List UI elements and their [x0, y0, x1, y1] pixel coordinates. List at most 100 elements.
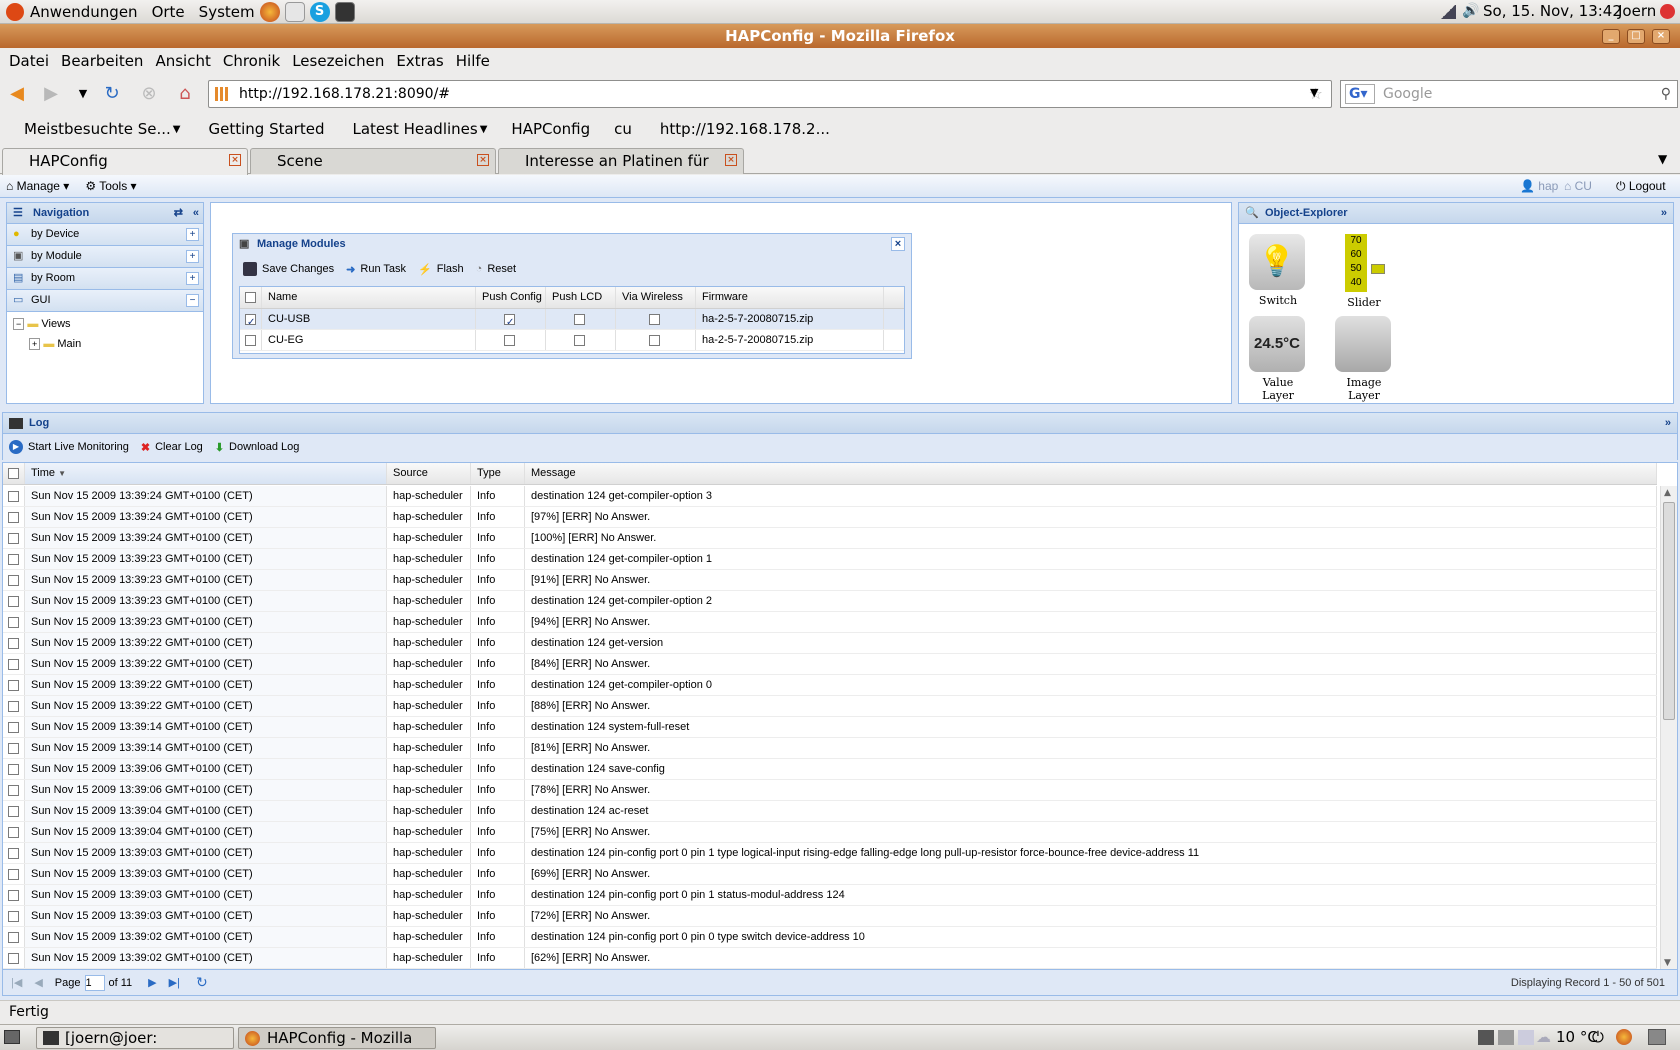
col-time[interactable]: Time ▼ [25, 463, 387, 484]
row-select-checkbox[interactable] [8, 931, 19, 943]
terminal-launcher-icon[interactable] [334, 1, 355, 22]
back-icon[interactable]: ◀ [6, 83, 28, 105]
row-select-checkbox[interactable] [8, 910, 19, 922]
table-row[interactable]: Sun Nov 15 2009 13:39:06 GMT+0100 (CET) h… [3, 759, 1657, 780]
menu-datei[interactable]: Datei [9, 52, 49, 70]
first-page-icon[interactable]: |◀ [11, 976, 22, 989]
clear-log-button[interactable]: ✖ Clear Log [141, 441, 203, 454]
maximize-button[interactable]: □ [1627, 29, 1645, 44]
user-name[interactable]: Joern [1618, 2, 1656, 20]
row-select-checkbox[interactable] [8, 763, 19, 775]
table-row[interactable]: Sun Nov 15 2009 13:39:24 GMT+0100 (CET) h… [3, 528, 1657, 549]
via-wireless-checkbox[interactable] [649, 334, 660, 346]
bookmark-meistbesuchte[interactable]: Meistbesuchte Se... [24, 120, 171, 138]
select-all-log-checkbox[interactable] [8, 467, 19, 479]
network-signal-icon[interactable] [1440, 5, 1456, 19]
row-select-checkbox[interactable] [8, 574, 19, 586]
url-bar[interactable]: http://192.168.178.21:8090/# ☆ [208, 80, 1332, 108]
row-select-checkbox[interactable] [8, 511, 19, 523]
bookmark-getting-started[interactable]: Getting Started [209, 120, 325, 138]
col-firmware[interactable]: Firmware [696, 287, 884, 308]
clock[interactable]: So, 15. Nov, 13:42 [1483, 2, 1622, 20]
manage-menu-button[interactable]: ⌂ Manage ▾ [6, 179, 69, 193]
row-select-checkbox[interactable] [8, 868, 19, 880]
row-select-checkbox[interactable] [8, 637, 19, 649]
table-row[interactable]: Sun Nov 15 2009 13:39:04 GMT+0100 (CET) h… [3, 801, 1657, 822]
tree-views[interactable]: − ▬ Views [13, 316, 71, 332]
switch-object[interactable]: 💡 Switch [1249, 234, 1307, 307]
download-log-button[interactable]: ⬇ Download Log [215, 441, 300, 454]
table-row[interactable]: Sun Nov 15 2009 13:39:22 GMT+0100 (CET) h… [3, 696, 1657, 717]
push-config-checkbox[interactable] [504, 334, 515, 346]
menu-orte[interactable]: Orte [152, 3, 185, 21]
tab-hapconfig[interactable]: HAPConfig × [2, 148, 248, 175]
row-select-checkbox[interactable] [8, 679, 19, 691]
col-push-config[interactable]: Push Config [476, 287, 546, 308]
tray-icons[interactable] [1478, 1030, 1534, 1045]
tab-list-icon[interactable]: ▼ [1658, 152, 1667, 166]
select-all-checkbox[interactable] [245, 291, 256, 303]
table-row[interactable]: Sun Nov 15 2009 13:39:03 GMT+0100 (CET) h… [3, 843, 1657, 864]
menu-extras[interactable]: Extras [396, 52, 443, 70]
scroll-thumb[interactable] [1663, 502, 1675, 720]
task-terminal[interactable]: [joern@joer: /opt/hap/b... [36, 1027, 234, 1050]
save-changes-button[interactable]: Save Changes [243, 262, 334, 276]
mail-launcher-icon[interactable] [284, 1, 305, 22]
row-select-checkbox[interactable] [8, 721, 19, 733]
row-select-checkbox[interactable] [8, 532, 19, 544]
row-select-checkbox[interactable] [8, 490, 19, 502]
start-live-monitoring-button[interactable]: ▶ Start Live Monitoring [9, 440, 129, 454]
reload-icon[interactable]: ↻ [101, 83, 123, 105]
value-layer-object[interactable]: 24.5°C Value Layer [1249, 316, 1307, 402]
table-row[interactable]: Sun Nov 15 2009 13:39:14 GMT+0100 (CET) h… [3, 738, 1657, 759]
trash-icon[interactable] [1648, 1029, 1666, 1045]
menu-anwendungen[interactable]: Anwendungen [30, 3, 138, 21]
tab-interesse[interactable]: Interesse an Platinen für HA... × [498, 148, 744, 194]
ubuntu-logo-icon[interactable] [6, 2, 24, 21]
prev-page-icon[interactable]: ◀ [34, 976, 42, 989]
hap-user-indicator[interactable]: 👤 hap [1520, 179, 1558, 193]
minimize-button[interactable]: _ [1602, 29, 1620, 44]
image-layer-object[interactable]: Image Layer [1335, 316, 1393, 402]
menu-hilfe[interactable]: Hilfe [456, 52, 490, 70]
row-select-checkbox[interactable] [8, 616, 19, 628]
row-select-checkbox[interactable] [8, 826, 19, 838]
row-select-checkbox[interactable] [8, 952, 19, 964]
close-tab-icon[interactable]: × [725, 154, 737, 166]
push-lcd-checkbox[interactable] [574, 313, 585, 325]
table-row[interactable]: Sun Nov 15 2009 13:39:03 GMT+0100 (CET) h… [3, 906, 1657, 927]
tree-toggle-icon[interactable]: + [29, 338, 41, 350]
firefox-tray-icon[interactable] [1616, 1029, 1632, 1045]
table-row[interactable]: Sun Nov 15 2009 13:39:22 GMT+0100 (CET) h… [3, 633, 1657, 654]
expand-icon[interactable]: + [186, 228, 199, 241]
slider-pointer-icon[interactable] [1371, 264, 1385, 274]
row-select-checkbox[interactable] [8, 805, 19, 817]
cu-indicator[interactable]: ⌂ CU [1564, 179, 1592, 193]
nav-by-device[interactable]: ● by Device + [7, 224, 203, 246]
firmware-value[interactable]: ha-2-5-7-20080715.zip [696, 309, 884, 329]
table-row[interactable]: Sun Nov 15 2009 13:39:24 GMT+0100 (CET) h… [3, 507, 1657, 528]
row-select-checkbox[interactable] [245, 334, 256, 346]
row-select-checkbox[interactable] [8, 742, 19, 754]
row-select-checkbox[interactable] [8, 889, 19, 901]
push-config-checkbox[interactable] [504, 312, 515, 329]
row-select-checkbox[interactable] [8, 553, 19, 565]
menu-ansicht[interactable]: Ansicht [155, 52, 210, 70]
col-type[interactable]: Type [471, 463, 525, 484]
col-source[interactable]: Source [387, 463, 471, 484]
table-row[interactable]: Sun Nov 15 2009 13:39:22 GMT+0100 (CET) h… [3, 675, 1657, 696]
google-engine-icon[interactable]: G▾ [1345, 84, 1375, 104]
tree-toggle-icon[interactable]: − [13, 318, 25, 330]
tools-menu-button[interactable]: ⚙ Tools ▾ [85, 179, 136, 193]
collapse-icon[interactable]: − [186, 294, 199, 307]
via-wireless-checkbox[interactable] [649, 313, 660, 325]
home-icon[interactable]: ⌂ [174, 83, 196, 105]
collapse-nav-icon[interactable]: « [193, 203, 199, 223]
refresh-nav-icon[interactable]: ⇄ [174, 203, 183, 223]
row-select-checkbox[interactable] [8, 658, 19, 670]
task-firefox[interactable]: HAPConfig - Mozilla Fir... [238, 1027, 436, 1050]
table-row[interactable]: Sun Nov 15 2009 13:39:03 GMT+0100 (CET) h… [3, 885, 1657, 906]
menu-system[interactable]: System [199, 3, 255, 21]
expand-icon[interactable]: + [186, 272, 199, 285]
bookmark-latest-headlines[interactable]: Latest Headlines [352, 120, 477, 138]
